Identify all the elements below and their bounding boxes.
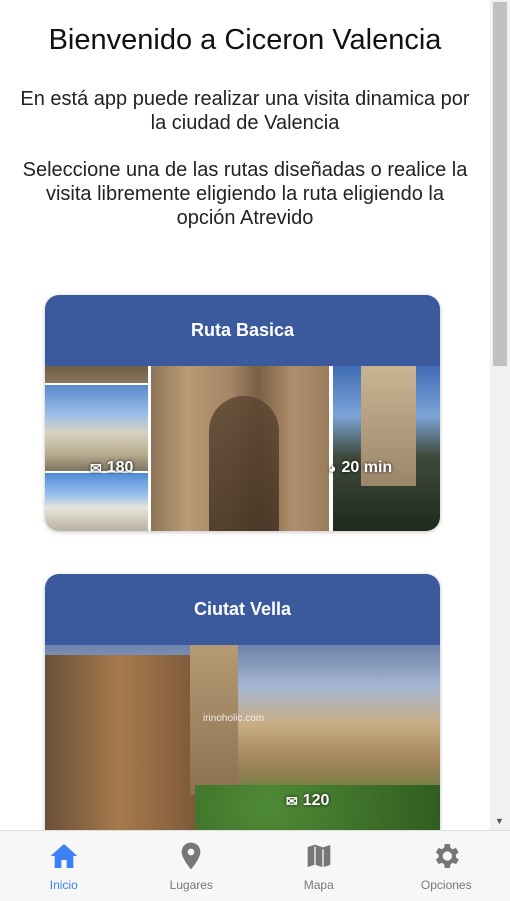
route-card-ruta-basica[interactable]: Ruta Basica ✉ 180 ◕ 20 min (45, 295, 440, 531)
duration-badge: ◕ 20 min (328, 459, 392, 477)
nav-item-inicio[interactable]: Inicio (0, 831, 128, 901)
route-photo: irinoholic.com ✉ 120 (45, 645, 440, 830)
ticket-icon: ✉ (90, 460, 102, 477)
stops-count: 180 (107, 459, 134, 477)
instructions-text: Seleccione una de las rutas diseñadas o … (20, 158, 470, 230)
vertical-scrollbar[interactable]: ▲ ▼ (490, 0, 510, 830)
intro-text: En está app puede realizar una visita di… (20, 87, 470, 135)
route-photo-collage: ✉ 180 ◕ 20 min (45, 366, 440, 531)
photo-watermark: irinoholic.com (203, 713, 264, 724)
scroll-down-arrow-icon[interactable]: ▼ (495, 816, 504, 826)
stops-badge: ✉ 180 (90, 459, 133, 477)
page-title: Bienvenido a Ciceron Valencia (0, 24, 490, 57)
gear-icon (430, 840, 462, 872)
clock-icon: ◕ (328, 460, 336, 476)
route-photo (45, 366, 148, 383)
bell-tower-photo (333, 366, 440, 531)
old-town-photo: irinoholic.com (45, 645, 440, 830)
nav-item-opciones[interactable]: Opciones (383, 831, 510, 901)
cathedral-photo (151, 366, 329, 531)
nav-item-lugares[interactable]: Lugares (128, 831, 256, 901)
home-icon (48, 840, 80, 872)
stops-count: 120 (303, 792, 330, 810)
map-pin-icon (175, 840, 207, 872)
home-page: Bienvenido a Ciceron Valencia En está ap… (0, 0, 490, 830)
route-card-ciutat-vella[interactable]: Ciutat Vella irinoholic.com ✉ 120 (45, 574, 440, 830)
nav-label: Lugares (170, 878, 213, 892)
map-icon (303, 840, 335, 872)
nav-label: Mapa (304, 878, 334, 892)
scrollbar-thumb[interactable] (493, 2, 507, 366)
stops-badge: ✉ 120 (286, 792, 329, 810)
route-card-title: Ciutat Vella (45, 574, 440, 645)
nav-label: Inicio (50, 878, 78, 892)
ticket-icon: ✉ (286, 793, 298, 810)
nav-item-mapa[interactable]: Mapa (255, 831, 383, 901)
nav-label: Opciones (421, 878, 472, 892)
route-card-title: Ruta Basica (45, 295, 440, 366)
duration-value: 20 min (341, 459, 392, 477)
route-photo (45, 473, 148, 531)
bottom-navigation: Inicio Lugares Mapa Opciones (0, 830, 510, 901)
